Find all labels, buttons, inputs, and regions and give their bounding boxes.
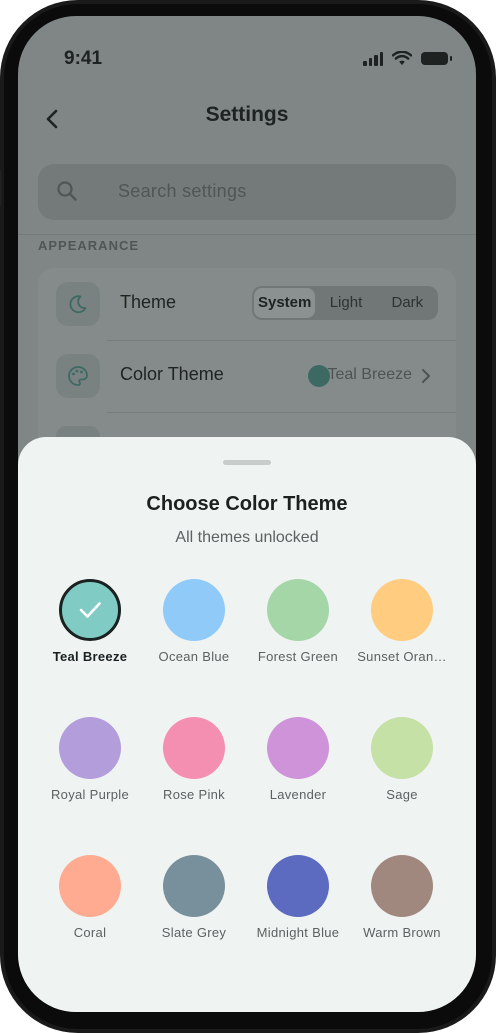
color-swatch[interactable] xyxy=(371,579,433,641)
theme-row: Theme System Light Dark xyxy=(38,268,456,340)
nav-bar: Settings xyxy=(18,96,476,140)
theme-option-label: Slate Grey xyxy=(161,925,227,940)
color-theme-sheet: Choose Color Theme All themes unlocked T… xyxy=(18,437,476,1012)
color-swatch[interactable] xyxy=(59,579,121,641)
checkmark-icon xyxy=(79,602,101,618)
color-theme-row[interactable]: Color Theme Teal Breeze xyxy=(38,340,456,412)
theme-option-system[interactable]: System xyxy=(254,288,316,318)
color-theme-value: Teal Breeze xyxy=(327,366,413,383)
theme-option[interactable]: Warm Brown xyxy=(350,855,454,965)
status-time: 9:41 xyxy=(64,48,103,69)
moon-icon xyxy=(69,295,87,314)
theme-option[interactable]: Slate Grey xyxy=(142,855,246,965)
cellular-signal-icon xyxy=(363,51,383,66)
theme-option-label: Midnight Blue xyxy=(256,925,340,940)
color-swatch[interactable] xyxy=(59,717,121,779)
theme-option-dark[interactable]: Dark xyxy=(377,288,438,318)
theme-option[interactable]: Coral xyxy=(38,855,142,965)
theme-option-label: Royal Purple xyxy=(50,787,130,802)
theme-option-light[interactable]: Light xyxy=(315,288,376,318)
section-label-appearance: APPEARANCE xyxy=(38,238,140,253)
color-swatch[interactable] xyxy=(267,717,329,779)
theme-option[interactable]: Sage xyxy=(350,717,454,827)
row-icon-bg xyxy=(56,282,100,326)
theme-option-label: Warm Brown xyxy=(363,925,441,940)
page-title: Settings xyxy=(205,103,289,126)
search-icon xyxy=(57,181,77,201)
theme-option-label: Teal Breeze xyxy=(52,649,128,664)
sheet-subtitle: All themes unlocked xyxy=(175,529,319,546)
battery-icon xyxy=(421,52,452,65)
search-placeholder: Search settings xyxy=(118,181,247,201)
row-icon-bg xyxy=(56,354,100,398)
phone-frame: 9:41 Settings Search settings APPEARANCE… xyxy=(0,0,496,1033)
theme-option-label: Sunset Oran… xyxy=(357,649,447,664)
color-swatch[interactable] xyxy=(267,579,329,641)
theme-option[interactable]: Royal Purple xyxy=(38,717,142,827)
color-swatch[interactable] xyxy=(371,855,433,917)
status-bar: 9:41 xyxy=(18,16,476,96)
theme-option[interactable]: Rose Pink xyxy=(142,717,246,827)
theme-option-label: Forest Green xyxy=(257,649,339,664)
theme-label: Theme xyxy=(120,292,177,312)
theme-option-label: Lavender xyxy=(269,787,327,802)
color-swatch[interactable] xyxy=(163,855,225,917)
color-theme-label: Color Theme xyxy=(120,364,224,384)
row-divider xyxy=(106,412,456,413)
sheet-title: Choose Color Theme xyxy=(146,493,348,515)
color-swatch[interactable] xyxy=(267,855,329,917)
color-swatch[interactable] xyxy=(163,717,225,779)
side-button xyxy=(0,170,1,206)
theme-option[interactable]: Sunset Oran… xyxy=(350,579,454,689)
theme-option-label: Rose Pink xyxy=(163,787,225,802)
theme-option-label: Coral xyxy=(73,925,107,940)
color-swatch[interactable] xyxy=(371,717,433,779)
status-icons xyxy=(363,51,452,66)
theme-option-label: Ocean Blue xyxy=(158,649,230,664)
sheet-handle[interactable] xyxy=(223,460,271,465)
palette-icon xyxy=(68,366,88,386)
chevron-right-icon xyxy=(422,369,430,383)
color-swatch[interactable] xyxy=(59,855,121,917)
theme-option[interactable]: Ocean Blue xyxy=(142,579,246,689)
theme-option[interactable]: Teal Breeze xyxy=(38,579,142,689)
theme-option-label: Sage xyxy=(386,787,418,802)
theme-segmented-control: System Light Dark xyxy=(252,286,438,320)
screen: 9:41 Settings Search settings APPEARANCE… xyxy=(18,16,476,1012)
theme-option[interactable]: Forest Green xyxy=(246,579,350,689)
color-swatch[interactable] xyxy=(163,579,225,641)
search-input[interactable]: Search settings xyxy=(38,164,456,220)
wifi-icon xyxy=(392,51,412,65)
divider xyxy=(18,234,476,235)
theme-option[interactable]: Midnight Blue xyxy=(246,855,350,965)
theme-option[interactable]: Lavender xyxy=(246,717,350,827)
